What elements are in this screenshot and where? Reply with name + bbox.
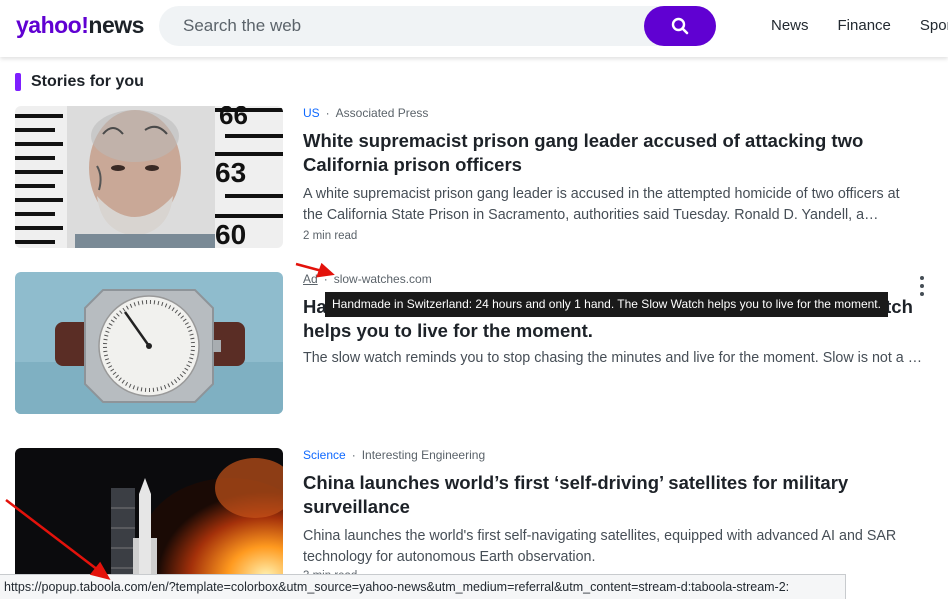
mugshot-image: 66 63 60 — [15, 106, 283, 248]
nav-sports[interactable]: Sports — [920, 17, 948, 34]
nav-finance[interactable]: Finance — [838, 17, 891, 34]
yahoo-news-logo[interactable]: yahoo!news — [16, 12, 144, 39]
story-category[interactable]: Science — [303, 448, 346, 462]
search-icon — [671, 17, 689, 35]
story-meta: Science · Interesting Engineering — [303, 448, 486, 462]
story-meta: US · Associated Press — [303, 106, 429, 120]
browser-status-url: https://popup.taboola.com/en/?template=c… — [0, 574, 846, 599]
ad-thumbnail[interactable] — [15, 272, 283, 414]
story-headline[interactable]: White supremacist prison gang leader acc… — [303, 129, 923, 177]
height-mark-66: 66 — [219, 106, 248, 130]
story-content: Science · Interesting Engineering China la… — [303, 448, 923, 582]
top-nav: News Finance Sports — [771, 17, 948, 34]
story-category[interactable]: US — [303, 106, 320, 120]
story-thumbnail[interactable] — [15, 448, 283, 576]
story-content: US · Associated Press White supremacist pr… — [303, 106, 923, 242]
ad-meta: Ad · slow-watches.com — [303, 272, 432, 286]
section-title: Stories for you — [31, 73, 144, 90]
story-source: Interesting Engineering — [361, 448, 486, 462]
section-accent-bar — [15, 73, 21, 91]
ad-content: Ad·slow-watches.com Handmade in Switzerl… — [303, 272, 923, 369]
height-mark-63: 63 — [215, 157, 246, 188]
top-header: yahoo!news News Finance Sports — [0, 0, 948, 57]
story-readtime: 2 min read — [303, 230, 358, 242]
search-button[interactable] — [644, 6, 716, 46]
ad-summary: The slow watch reminds you to stop chasi… — [303, 350, 923, 366]
ad-headline-tooltip: Handmade in Switzerland: 24 hours and on… — [325, 292, 888, 317]
rocket-launch-image — [15, 448, 283, 576]
ad-label[interactable]: Ad — [303, 272, 318, 286]
section-heading: Stories for you — [15, 73, 144, 91]
ad-source: slow-watches.com — [333, 272, 432, 286]
story-source: Associated Press — [335, 106, 429, 120]
story-thumbnail[interactable]: 66 63 60 — [15, 106, 283, 248]
search-input[interactable] — [159, 6, 639, 46]
height-mark-60: 60 — [215, 219, 246, 248]
search-bar — [159, 6, 716, 46]
nav-news[interactable]: News — [771, 17, 809, 34]
story-summary: A white supremacist prison gang leader i… — [303, 186, 900, 223]
story-summary: China launches the world's first self-na… — [303, 528, 897, 565]
watch-image — [15, 272, 283, 414]
story-headline[interactable]: China launches world’s first ‘self-drivi… — [303, 471, 923, 519]
more-options-icon[interactable] — [918, 276, 926, 296]
annotation-arrow-ad — [295, 262, 323, 273]
